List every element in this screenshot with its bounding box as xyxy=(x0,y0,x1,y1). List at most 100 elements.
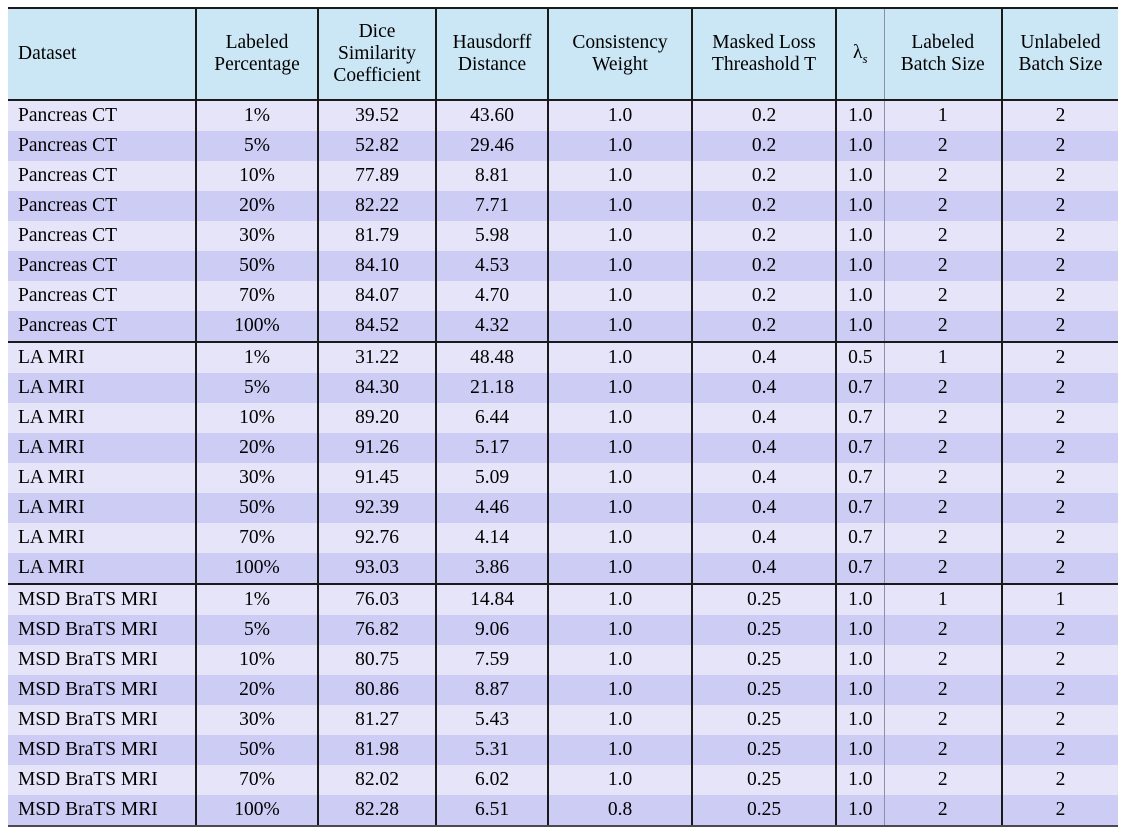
cell-unlabeled-batch-size: 2 xyxy=(1001,765,1118,795)
cell-masked-loss-threshold: 0.2 xyxy=(691,311,836,343)
cell-hausdorff-distance: 4.14 xyxy=(435,523,548,553)
table-header-row: Dataset Labeled Percentage Dice Similari… xyxy=(8,7,1118,101)
table-row: MSD BraTS MRI 10% 80.75 7.59 1.0 0.25 1.0 2 2 xyxy=(8,645,1118,675)
cell-consistency-weight: 1.0 xyxy=(547,645,692,675)
cell-unlabeled-batch-size: 2 xyxy=(1001,615,1118,645)
cell-masked-loss-threshold: 0.2 xyxy=(691,191,836,221)
cell-unlabeled-batch-size: 2 xyxy=(1001,251,1118,281)
cell-consistency-weight: 1.0 xyxy=(547,342,692,373)
cell-masked-loss-threshold: 0.25 xyxy=(691,645,836,675)
cell-consistency-weight: 1.0 xyxy=(547,675,692,705)
cell-dataset: LA MRI xyxy=(8,523,196,553)
cell-dataset: MSD BraTS MRI xyxy=(8,615,196,645)
cell-dataset: MSD BraTS MRI xyxy=(8,795,196,827)
cell-hausdorff-distance: 5.09 xyxy=(435,463,548,493)
cell-unlabeled-batch-size: 1 xyxy=(1001,584,1118,615)
header-text: Labeled xyxy=(225,32,289,54)
cell-consistency-weight: 1.0 xyxy=(547,553,692,585)
header-text: Dataset xyxy=(18,43,77,65)
cell-labeled-batch-size: 2 xyxy=(883,251,1002,281)
cell-labeled-batch-size: 1 xyxy=(883,342,1002,373)
cell-labeled-percentage: 10% xyxy=(195,403,318,433)
cell-lambda-s: 1.0 xyxy=(835,191,884,221)
cell-dataset: Pancreas CT xyxy=(8,251,196,281)
cell-dataset: MSD BraTS MRI xyxy=(8,705,196,735)
cell-unlabeled-batch-size: 2 xyxy=(1001,523,1118,553)
cell-dice-similarity-coefficient: 84.52 xyxy=(317,311,436,343)
cell-labeled-percentage: 1% xyxy=(195,100,318,131)
cell-labeled-batch-size: 2 xyxy=(883,373,1002,403)
header-text: Hausdorff xyxy=(452,32,532,54)
cell-dice-similarity-coefficient: 77.89 xyxy=(317,161,436,191)
column-header-hausdorff-distance: Hausdorff Distance xyxy=(435,7,548,101)
cell-hausdorff-distance: 4.53 xyxy=(435,251,548,281)
cell-labeled-batch-size: 2 xyxy=(883,493,1002,523)
cell-dataset: LA MRI xyxy=(8,553,196,585)
column-header-masked-loss-threshold: Masked Loss Threashold T xyxy=(691,7,836,101)
cell-masked-loss-threshold: 0.4 xyxy=(691,433,836,463)
cell-lambda-s: 0.7 xyxy=(835,373,884,403)
cell-dice-similarity-coefficient: 81.27 xyxy=(317,705,436,735)
cell-unlabeled-batch-size: 2 xyxy=(1001,342,1118,373)
cell-lambda-s: 1.0 xyxy=(835,765,884,795)
cell-labeled-percentage: 20% xyxy=(195,191,318,221)
cell-unlabeled-batch-size: 2 xyxy=(1001,705,1118,735)
cell-labeled-percentage: 100% xyxy=(195,311,318,343)
cell-consistency-weight: 1.0 xyxy=(547,161,692,191)
cell-consistency-weight: 1.0 xyxy=(547,191,692,221)
cell-masked-loss-threshold: 0.2 xyxy=(691,100,836,131)
cell-consistency-weight: 1.0 xyxy=(547,311,692,343)
cell-dataset: MSD BraTS MRI xyxy=(8,584,196,615)
cell-dice-similarity-coefficient: 80.75 xyxy=(317,645,436,675)
column-header-consistency-weight: Consistency Weight xyxy=(547,7,692,101)
cell-dataset: LA MRI xyxy=(8,433,196,463)
cell-lambda-s: 1.0 xyxy=(835,221,884,251)
cell-masked-loss-threshold: 0.25 xyxy=(691,675,836,705)
column-header-dice-similarity-coefficient: Dice Similarity Coefficient xyxy=(317,7,436,101)
cell-unlabeled-batch-size: 2 xyxy=(1001,403,1118,433)
cell-lambda-s: 1.0 xyxy=(835,584,884,615)
cell-labeled-batch-size: 2 xyxy=(883,675,1002,705)
cell-masked-loss-threshold: 0.25 xyxy=(691,705,836,735)
cell-hausdorff-distance: 6.44 xyxy=(435,403,548,433)
cell-labeled-percentage: 10% xyxy=(195,161,318,191)
cell-labeled-percentage: 20% xyxy=(195,433,318,463)
cell-lambda-s: 0.7 xyxy=(835,403,884,433)
cell-dataset: MSD BraTS MRI xyxy=(8,735,196,765)
cell-labeled-batch-size: 2 xyxy=(883,795,1002,827)
cell-consistency-weight: 1.0 xyxy=(547,403,692,433)
table-row: LA MRI 70% 92.76 4.14 1.0 0.4 0.7 2 2 xyxy=(8,523,1118,553)
cell-unlabeled-batch-size: 2 xyxy=(1001,373,1118,403)
cell-hausdorff-distance: 8.81 xyxy=(435,161,548,191)
cell-consistency-weight: 1.0 xyxy=(547,281,692,311)
cell-labeled-percentage: 1% xyxy=(195,584,318,615)
cell-labeled-percentage: 70% xyxy=(195,523,318,553)
cell-consistency-weight: 1.0 xyxy=(547,131,692,161)
cell-labeled-percentage: 10% xyxy=(195,645,318,675)
cell-labeled-batch-size: 2 xyxy=(883,765,1002,795)
table-header: Dataset Labeled Percentage Dice Similari… xyxy=(8,7,1118,101)
cell-labeled-percentage: 1% xyxy=(195,342,318,373)
cell-dice-similarity-coefficient: 91.26 xyxy=(317,433,436,463)
cell-dataset: MSD BraTS MRI xyxy=(8,675,196,705)
cell-masked-loss-threshold: 0.2 xyxy=(691,251,836,281)
cell-lambda-s: 0.7 xyxy=(835,463,884,493)
cell-unlabeled-batch-size: 2 xyxy=(1001,100,1118,131)
cell-labeled-batch-size: 2 xyxy=(883,523,1002,553)
cell-dice-similarity-coefficient: 89.20 xyxy=(317,403,436,433)
table-row: MSD BraTS MRI 1% 76.03 14.84 1.0 0.25 1.0 1 1 xyxy=(8,584,1118,615)
table-row: LA MRI 20% 91.26 5.17 1.0 0.4 0.7 2 2 xyxy=(8,433,1118,463)
table-row: MSD BraTS MRI 20% 80.86 8.87 1.0 0.25 1.0 2 2 xyxy=(8,675,1118,705)
cell-labeled-percentage: 30% xyxy=(195,221,318,251)
cell-masked-loss-threshold: 0.4 xyxy=(691,342,836,373)
cell-masked-loss-threshold: 0.25 xyxy=(691,584,836,615)
cell-masked-loss-threshold: 0.25 xyxy=(691,735,836,765)
cell-consistency-weight: 1.0 xyxy=(547,221,692,251)
table-row: MSD BraTS MRI 70% 82.02 6.02 1.0 0.25 1.0 2 2 xyxy=(8,765,1118,795)
cell-labeled-percentage: 30% xyxy=(195,463,318,493)
cell-consistency-weight: 1.0 xyxy=(547,433,692,463)
cell-lambda-s: 0.7 xyxy=(835,433,884,463)
table-row: MSD BraTS MRI 5% 76.82 9.06 1.0 0.25 1.0 2 2 xyxy=(8,615,1118,645)
header-text: Batch Size xyxy=(900,54,985,75)
cell-lambda-s: 1.0 xyxy=(835,281,884,311)
